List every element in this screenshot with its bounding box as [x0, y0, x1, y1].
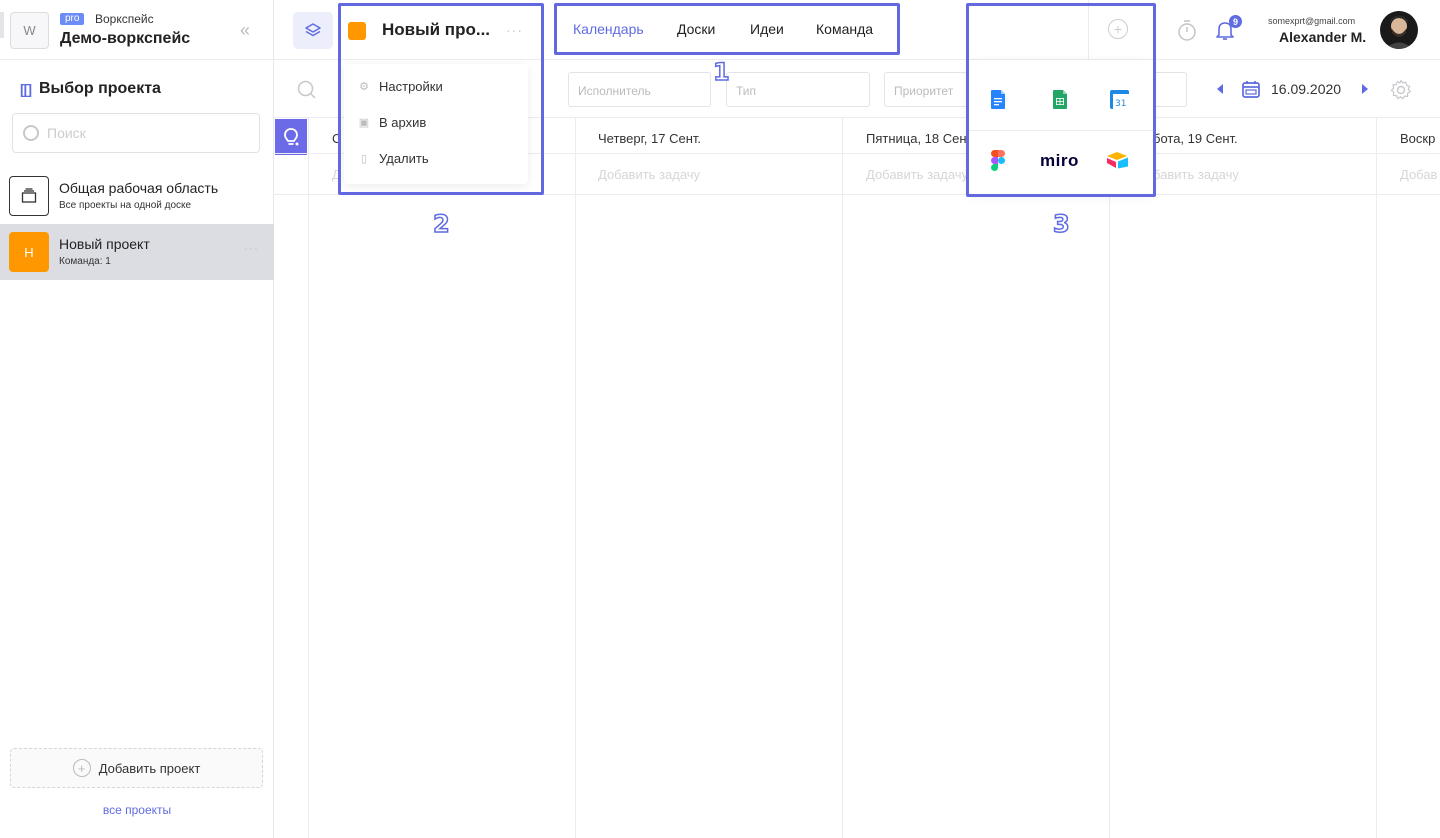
user-name[interactable]: Alexander M.: [1279, 29, 1366, 45]
annotation-number-1: 1: [712, 57, 730, 87]
ideas-button[interactable]: [275, 119, 307, 155]
current-date[interactable]: 16.09.2020: [1271, 81, 1341, 97]
layers-icon: [305, 22, 321, 36]
annotation-number-2: 2: [432, 209, 450, 239]
day-header: бота, 19 Сент.: [1153, 131, 1238, 146]
sidebar-item-common-workspace[interactable]: Общая рабочая область Все проекты на одн…: [0, 168, 274, 224]
annotation-box-3: [966, 3, 1156, 197]
layers-button[interactable]: [293, 12, 333, 49]
add-project-label: Добавить проект: [98, 760, 201, 776]
projects-icon: [[]: [20, 81, 32, 97]
assignee-filter[interactable]: Исполнитель: [568, 72, 711, 107]
day-header: Пятница, 18 Сен: [866, 131, 967, 146]
annotation-box-2: [338, 3, 544, 195]
sidebar-item-label: Новый проект: [59, 236, 150, 252]
timer-icon[interactable]: [1176, 18, 1198, 42]
sidebar-item-subtitle: Все проекты на одной доске: [59, 200, 192, 211]
user-email: somexprt@gmail.com: [1268, 16, 1356, 26]
collapse-sidebar-icon[interactable]: «: [240, 20, 250, 41]
pro-badge: pro: [60, 13, 85, 25]
column-divider: [308, 118, 309, 838]
workspace-kind: Воркспейс: [95, 12, 154, 26]
annotation-box-1: [554, 3, 900, 55]
calendar-body: [274, 195, 1440, 838]
notification-badge: 9: [1229, 15, 1242, 28]
column-divider: [1376, 118, 1377, 838]
workspace-indicator: [0, 12, 4, 38]
add-project-button[interactable]: + Добавить проект: [10, 748, 263, 788]
filter-search-icon[interactable]: [297, 80, 317, 100]
more-icon[interactable]: ···: [244, 241, 259, 255]
plus-icon: +: [72, 759, 91, 777]
lightbulb-icon: [284, 128, 299, 146]
type-filter[interactable]: Тип: [726, 72, 870, 107]
search-placeholder: Поиск: [47, 125, 86, 141]
search-icon: [23, 125, 39, 141]
add-task-link[interactable]: Добав: [1400, 167, 1437, 182]
project-search-input[interactable]: Поиск: [12, 113, 260, 153]
column-divider: [1109, 118, 1110, 838]
column-divider: [842, 118, 843, 838]
project-avatar: Н: [9, 232, 49, 272]
sidebar-item-label: Общая рабочая область: [59, 180, 219, 196]
day-header: Четверг, 17 Сент.: [598, 131, 702, 146]
column-divider: [575, 118, 576, 838]
extra-filter[interactable]: [1153, 72, 1187, 107]
sidebar-item-subtitle: Команда: 1: [59, 256, 111, 267]
prev-date-icon[interactable]: [1217, 84, 1223, 94]
sidebar-item-new-project[interactable]: Н Новый проект Команда: 1 ···: [0, 224, 274, 280]
workspace-header[interactable]: W pro Воркспейс Демо-воркспейс «: [0, 0, 274, 60]
add-task-link[interactable]: бавить задачу: [1153, 167, 1239, 182]
board-icon: [9, 176, 49, 216]
add-task-link[interactable]: Добавить задачу: [598, 167, 700, 182]
all-projects-link[interactable]: все проекты: [0, 803, 274, 817]
settings-gear-icon[interactable]: [1390, 79, 1412, 101]
workspace-name[interactable]: Демо-воркспейс: [60, 30, 190, 48]
user-avatar[interactable]: [1380, 11, 1418, 49]
workspace-avatar[interactable]: W: [10, 12, 49, 49]
annotation-number-3: 3: [1052, 209, 1070, 239]
project-select-title: [[] Выбор проекта: [20, 80, 161, 98]
calendar-icon[interactable]: [1241, 79, 1261, 99]
add-task-link[interactable]: Добавить задачу: [866, 167, 968, 182]
next-date-icon[interactable]: [1362, 84, 1368, 94]
day-header: Воскр: [1400, 131, 1436, 146]
sidebar: W pro Воркспейс Демо-воркспейс « [[] Выб…: [0, 0, 274, 838]
project-select-label: Выбор проекта: [39, 80, 161, 97]
